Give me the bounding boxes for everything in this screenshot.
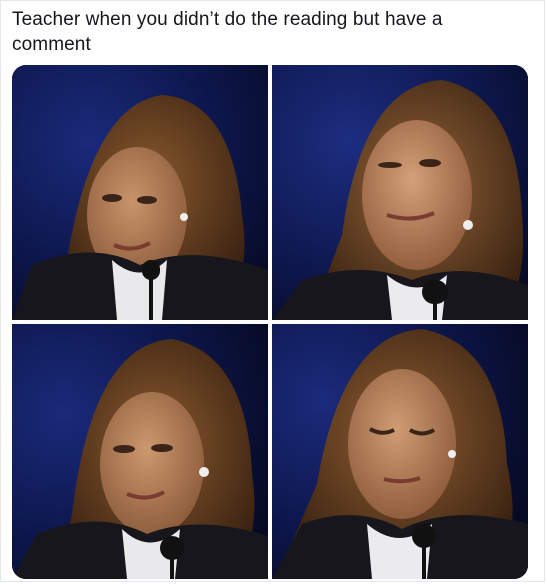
tweet-text: Teacher when you didn’t do the reading b… (12, 9, 443, 55)
photo-image (12, 65, 268, 320)
photo-top-left[interactable] (12, 65, 268, 320)
photo-image (12, 324, 268, 579)
photo-bottom-right[interactable] (272, 324, 528, 579)
photo-bottom-left[interactable] (12, 324, 268, 579)
photo-top-right[interactable] (272, 65, 528, 320)
photo-image (272, 324, 528, 579)
tweet-card: Teacher when you didn’t do the reading b… (0, 0, 545, 582)
photo-image (272, 65, 528, 320)
photo-grid (12, 65, 528, 579)
